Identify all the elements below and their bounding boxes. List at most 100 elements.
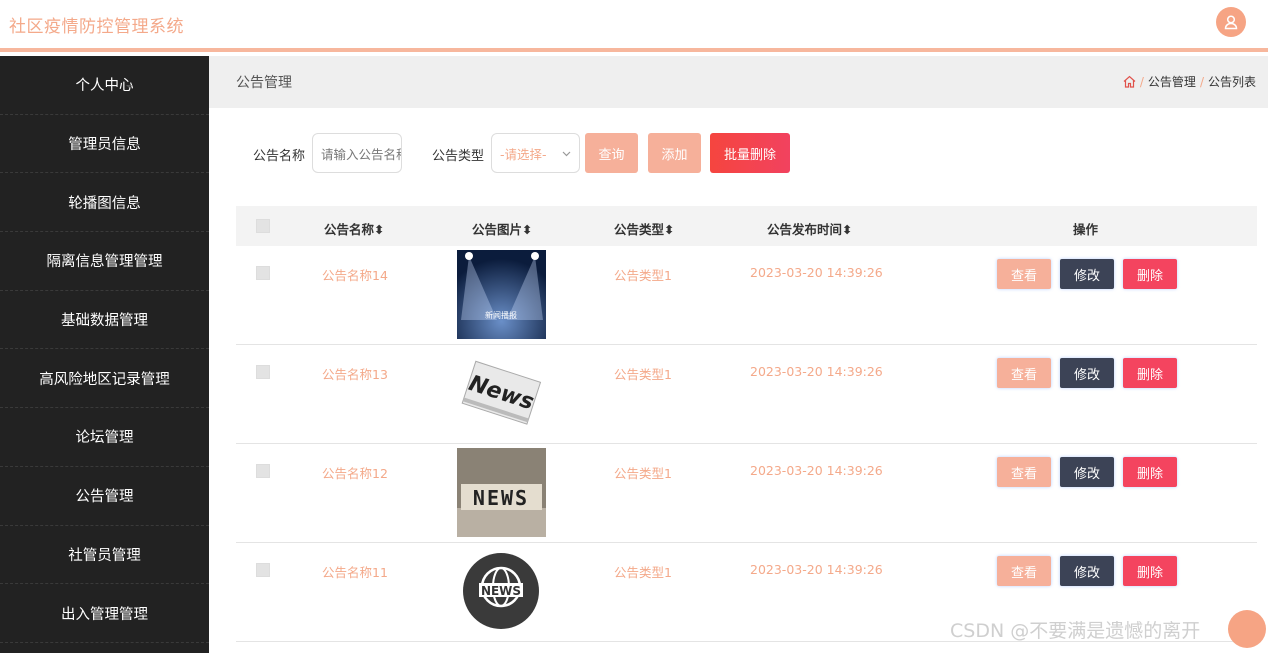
edit-button[interactable]: 修改 [1060,556,1114,586]
view-button[interactable]: 查看 [997,259,1051,289]
sidebar-item-notice[interactable]: 公告管理 [0,467,209,526]
notice-type: 公告类型1 [614,367,672,382]
view-button[interactable]: 查看 [997,556,1051,586]
back-to-top-button[interactable] [1228,610,1266,648]
search-bar: 公告名称 请输入公告名称 公告类型 -请选择- 查询 添加 批量删除 [209,133,1268,173]
breadcrumb: / 公告管理 / 公告列表 [1123,73,1256,90]
delete-button[interactable]: 删除 [1123,259,1177,289]
chevron-down-icon [162,378,168,382]
edit-button[interactable]: 修改 [1060,358,1114,388]
sidebar-item-base-data[interactable]: 基础数据管理 [0,291,209,350]
top-header: 社区疫情防控管理系统 [0,0,1268,52]
sidebar-item-carousel[interactable]: 轮播图信息 [0,173,209,233]
sidebar-item-community-staff[interactable]: 社管员管理 [0,526,209,585]
table-row: 公告名称14 新闻播报 公告类型1 2023-03-20 14:39:26 查看… [236,246,1257,345]
sidebar-item-admin-info[interactable]: 管理员信息 [0,115,209,174]
type-label: 公告类型 [432,149,485,164]
breadcrumb-item[interactable]: 公告管理 [1148,73,1196,90]
sidebar-item-label: 个人中心 [75,78,134,95]
notice-time: 2023-03-20 14:39:26 [750,463,883,478]
sidebar-item-personal-center[interactable]: 个人中心 [0,56,209,115]
row-checkbox[interactable] [256,563,270,577]
delete-button[interactable]: 删除 [1123,457,1177,487]
table-row: 公告名称12 NEWS 公告类型1 2023-03-20 14:39:26 查看… [236,444,1257,543]
notice-name: 公告名称14 [322,268,388,283]
sidebar-item-quarantine[interactable]: 隔离信息管理管理 [0,232,209,291]
name-label: 公告名称 [253,149,306,164]
app-title: 社区疫情防控管理系统 [9,17,184,37]
svg-text:新闻播报: 新闻播报 [485,310,517,320]
news-blocks-image: NEWS [457,448,546,537]
chevron-down-icon [134,143,140,147]
notice-time: 2023-03-20 14:39:26 [750,265,883,280]
sidebar-item-label: 社管员管理 [68,547,141,564]
notice-table: 公告名称⬍ 公告图片⬍ 公告类型⬍ 公告发布时间⬍ 操作 公告名称14 新闻播报… [236,206,1257,642]
sidebar-item-label: 公告管理 [75,489,134,506]
sidebar-item-label: 管理员信息 [68,137,141,154]
page-title: 公告管理 [236,75,292,91]
sidebar: 个人中心 管理员信息 轮播图信息 隔离信息管理管理 基础数据管理 高风险地区记录… [0,56,209,653]
sidebar-item-label: 出入管理管理 [61,606,148,623]
column-header[interactable]: 公告发布时间⬍ [767,219,853,238]
column-header[interactable]: 公告类型⬍ [614,219,675,238]
column-header[interactable]: 公告图片⬍ [472,219,533,238]
table-row: 公告名称13 News 公告类型1 2023-03-20 14:39:26 查看… [236,345,1257,444]
chevron-down-icon [562,151,571,156]
sidebar-item-label: 论坛管理 [75,430,134,447]
stage-news-image: 新闻播报 [457,250,546,339]
notice-name: 公告名称11 [322,565,388,580]
chevron-down-icon [141,613,147,617]
sidebar-item-entry-exit[interactable]: 出入管理管理 [0,584,209,643]
column-header[interactable]: 公告名称⬍ [324,219,385,238]
query-button[interactable]: 查询 [585,133,638,173]
edit-button[interactable]: 修改 [1060,457,1114,487]
sidebar-item-label: 隔离信息管理管理 [46,254,163,271]
notice-type: 公告类型1 [614,565,672,580]
chevron-down-icon [126,495,132,499]
row-checkbox[interactable] [256,266,270,280]
type-select[interactable]: -请选择- [491,133,580,173]
chevron-down-icon [134,554,140,558]
table-header: 公告名称⬍ 公告图片⬍ 公告类型⬍ 公告发布时间⬍ 操作 [236,206,1257,246]
view-button[interactable]: 查看 [997,358,1051,388]
breadcrumb-separator: / [1139,74,1144,89]
add-button[interactable]: 添加 [648,133,701,173]
newspaper-image: News [457,349,546,438]
watermark: CSDN @不要满是遗憾的离开 [950,620,1201,642]
notice-time: 2023-03-20 14:39:26 [750,364,883,379]
chevron-down-icon [126,437,132,441]
type-select-value: -请选择- [500,146,547,162]
edit-button[interactable]: 修改 [1060,259,1114,289]
view-button[interactable]: 查看 [997,457,1051,487]
delete-button[interactable]: 删除 [1123,358,1177,388]
batch-delete-button[interactable]: 批量删除 [710,133,790,173]
sidebar-item-high-risk[interactable]: 高风险地区记录管理 [0,349,209,409]
chevron-down-icon [134,202,140,206]
column-header: 操作 [1073,222,1099,237]
sidebar-item-forum[interactable]: 论坛管理 [0,408,209,467]
user-avatar-icon[interactable] [1216,7,1246,37]
breadcrumb-item: 公告列表 [1207,75,1256,89]
svg-text:NEWS: NEWS [473,486,529,510]
sidebar-item-label: 高风险地区记录管理 [39,371,170,388]
chevron-down-icon [126,85,132,88]
home-icon[interactable] [1123,75,1136,88]
chevron-down-icon [155,261,161,265]
row-checkbox[interactable] [256,464,270,478]
svg-text:NEWS: NEWS [481,584,521,598]
notice-type: 公告类型1 [614,268,672,283]
select-all-checkbox[interactable] [256,219,270,233]
notice-type: 公告类型1 [614,466,672,481]
globe-news-image: NEWS [457,547,546,636]
name-search-input[interactable]: 请输入公告名称 [312,133,402,173]
notice-name: 公告名称13 [322,367,388,382]
sidebar-item-label: 基础数据管理 [61,313,148,330]
sidebar-item-label: 轮播图信息 [68,195,141,212]
breadcrumb-separator: / [1199,74,1204,89]
notice-time: 2023-03-20 14:39:26 [750,562,883,577]
delete-button[interactable]: 删除 [1123,556,1177,586]
notice-name: 公告名称12 [322,466,388,481]
page-header: 公告管理 / 公告管理 / 公告列表 [209,56,1268,108]
chevron-down-icon [137,319,143,323]
row-checkbox[interactable] [256,365,270,379]
